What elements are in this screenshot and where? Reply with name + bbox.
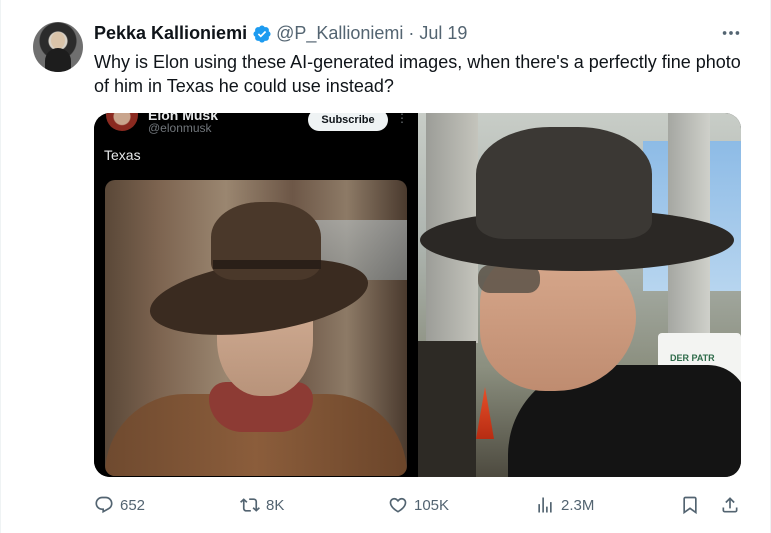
view-count: 2.3M	[561, 496, 595, 514]
tweet-card[interactable]: Pekka Kallioniemi @P_Kallioniemi · Jul 1…	[0, 0, 771, 533]
officer-figure	[418, 341, 476, 477]
tweet-date[interactable]: Jul 19	[419, 23, 467, 44]
views-button[interactable]: 2.3M	[535, 495, 594, 515]
reply-count: 652	[120, 496, 146, 514]
tweet-text: Why is Elon using these AI-generated ima…	[94, 52, 741, 96]
more-dots-icon[interactable]	[719, 22, 743, 46]
ai-generated-cowboy-image	[105, 180, 407, 476]
verified-badge-icon	[253, 24, 271, 43]
author-avatar[interactable]	[33, 22, 83, 72]
author-display-name[interactable]: Pekka Kallioniemi	[94, 23, 247, 44]
like-button[interactable]: 105K	[388, 495, 449, 515]
reply-button[interactable]: 652	[94, 495, 145, 515]
embedded-post-text: Texas	[104, 147, 141, 163]
embedded-more-icon: ⋮	[396, 113, 408, 125]
bookmark-icon	[683, 496, 697, 515]
embedded-post-avatar	[106, 113, 138, 131]
black-hat-crown	[476, 127, 652, 239]
media-right-photo[interactable]: DER PATR	[418, 113, 741, 477]
avatar-body	[45, 48, 71, 72]
repost-count: 8K	[266, 496, 285, 514]
author-handle[interactable]: @P_Kallioniemi	[276, 23, 403, 44]
heart-icon	[389, 497, 407, 513]
repost-icon	[240, 498, 260, 512]
reply-icon	[95, 496, 113, 514]
repost-button[interactable]: 8K	[240, 495, 284, 515]
traffic-cone	[476, 387, 494, 439]
tweet-media[interactable]: Elon Musk @elonmusk Subscribe ⋮ Texas DE…	[94, 113, 741, 477]
bookmark-button[interactable]	[680, 495, 700, 515]
cowboy-hat-band	[213, 260, 321, 269]
media-left-screenshot[interactable]: Elon Musk @elonmusk Subscribe ⋮ Texas	[94, 113, 414, 477]
like-count: 105K	[414, 496, 450, 514]
share-icon	[722, 497, 738, 513]
avatar-head	[51, 32, 65, 49]
embedded-subscribe-button: Subscribe	[308, 113, 388, 131]
header-separator: ·	[408, 23, 415, 43]
share-button[interactable]	[720, 495, 740, 515]
truck-sign-text: DER PATR	[670, 353, 715, 363]
tweet-actions: 652 8K 105K 2.3M	[94, 495, 741, 519]
analytics-icon	[538, 497, 552, 513]
embedded-post-handle: @elonmusk	[148, 121, 212, 135]
tweet-header: Pekka Kallioniemi @P_Kallioniemi · Jul 1…	[94, 23, 467, 44]
